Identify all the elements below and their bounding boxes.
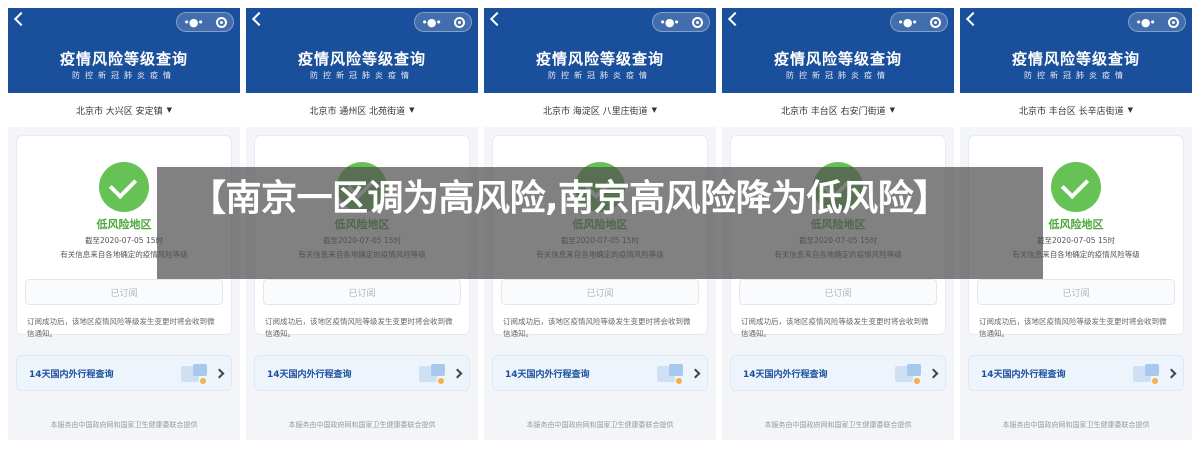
- location-selector[interactable]: 北京市 大兴区 安定镇 ▼: [8, 93, 240, 127]
- app-subtitle: 防控新冠肺炎疫情: [786, 71, 890, 80]
- back-icon[interactable]: [489, 11, 505, 27]
- target-icon[interactable]: [215, 16, 227, 28]
- subscription-note: 订阅成功后，该地区疫情风险等级发生变更时将会收到微信通知。: [503, 317, 691, 338]
- footer-note: 本服务由中国政府网和国家卫生健康委联合提供: [1002, 421, 1150, 429]
- caret-down-icon: ▼: [166, 106, 173, 114]
- app-title: 疫情风险等级查询: [535, 50, 664, 68]
- location-text: 北京市 丰台区 右安门街道: [780, 106, 886, 117]
- trip-illustration-icon: [1133, 364, 1159, 384]
- location-text: 北京市 丰台区 长辛店街道: [1018, 106, 1124, 117]
- more-icon[interactable]: •●•: [183, 17, 204, 28]
- trip-query-card[interactable]: 14天国内外行程查询: [968, 355, 1184, 391]
- footer-note: 本服务由中国政府网和国家卫生健康委联合提供: [50, 421, 198, 429]
- subscribed-button[interactable]: 已订阅: [501, 279, 699, 305]
- mini-program-capsule[interactable]: •●•: [652, 12, 710, 32]
- subscription-note: 订阅成功后，该地区疫情风险等级发生变更时将会收到微信通知。: [265, 317, 453, 338]
- trip-illustration-icon: [895, 364, 921, 384]
- trip-illustration-icon: [419, 364, 445, 384]
- app-header: •●• 疫情风险等级查询 防控新冠肺炎疫情: [722, 8, 954, 93]
- mini-program-capsule[interactable]: •●•: [176, 12, 234, 32]
- footer-note: 本服务由中国政府网和国家卫生健康委联合提供: [764, 421, 912, 429]
- trip-illustration-icon: [181, 364, 207, 384]
- target-icon[interactable]: [1167, 16, 1179, 28]
- subscribed-button[interactable]: 已订阅: [739, 279, 937, 305]
- check-icon: [99, 162, 149, 212]
- app-subtitle: 防控新冠肺炎疫情: [548, 71, 652, 80]
- more-icon[interactable]: •●•: [1135, 17, 1156, 28]
- mini-program-capsule[interactable]: •●•: [890, 12, 948, 32]
- caret-down-icon: ▼: [889, 106, 896, 114]
- trip-illustration-icon: [657, 364, 683, 384]
- trip-query-card[interactable]: 14天国内外行程查询: [730, 355, 946, 391]
- app-subtitle: 防控新冠肺炎疫情: [1024, 71, 1128, 80]
- subscribed-button[interactable]: 已订阅: [977, 279, 1175, 305]
- subscribed-button[interactable]: 已订阅: [263, 279, 461, 305]
- subscribed-button[interactable]: 已订阅: [25, 279, 223, 305]
- app-header: •●• 疫情风险等级查询 防控新冠肺炎疫情: [246, 8, 478, 93]
- app-header: •●• 疫情风险等级查询 防控新冠肺炎疫情: [484, 8, 716, 93]
- mini-program-capsule[interactable]: •●•: [414, 12, 472, 32]
- target-icon[interactable]: [453, 16, 465, 28]
- mini-program-capsule[interactable]: •●•: [1128, 12, 1186, 32]
- target-icon[interactable]: [929, 16, 941, 28]
- subscription-note: 订阅成功后，该地区疫情风险等级发生变更时将会收到微信通知。: [979, 317, 1167, 338]
- footer-note: 本服务由中国政府网和国家卫生健康委联合提供: [526, 421, 674, 429]
- app-title: 疫情风险等级查询: [773, 50, 902, 68]
- location-selector[interactable]: 北京市 丰台区 右安门街道 ▼: [722, 93, 954, 127]
- trip-query-label: 14天国内外行程查询: [981, 369, 1066, 380]
- app-subtitle: 防控新冠肺炎疫情: [310, 71, 414, 80]
- back-icon[interactable]: [965, 11, 981, 27]
- headline: 【南京一区调为高风险,南京高风险降为低风险】: [190, 178, 949, 219]
- location-selector[interactable]: 北京市 通州区 北苑街道 ▼: [246, 93, 478, 127]
- chevron-right-icon[interactable]: [1166, 368, 1177, 379]
- app-header: •●• 疫情风险等级查询 防控新冠肺炎疫情: [960, 8, 1192, 93]
- app-title: 疫情风险等级查询: [297, 50, 426, 68]
- chevron-right-icon[interactable]: [690, 368, 701, 379]
- trip-query-card[interactable]: 14天国内外行程查询: [254, 355, 470, 391]
- location-text: 北京市 大兴区 安定镇: [75, 106, 163, 117]
- app-title: 疫情风险等级查询: [59, 50, 188, 68]
- trip-query-label: 14天国内外行程查询: [29, 369, 114, 380]
- caret-down-icon: ▼: [409, 106, 415, 114]
- location-text: 北京市 通州区 北苑街道: [309, 106, 406, 117]
- caret-down-icon: ▼: [651, 106, 658, 114]
- more-icon[interactable]: •●•: [659, 17, 680, 28]
- app-header: •●• 疫情风险等级查询 防控新冠肺炎疫情: [8, 8, 240, 93]
- location-selector[interactable]: 北京市 海淀区 八里庄街道 ▼: [484, 93, 716, 127]
- trip-query-label: 14天国内外行程查询: [267, 369, 352, 380]
- location-text: 北京市 海淀区 八里庄街道: [542, 106, 648, 117]
- trip-query-label: 14天国内外行程查询: [505, 369, 590, 380]
- subscription-note: 订阅成功后，该地区疫情风险等级发生变更时将会收到微信通知。: [27, 317, 215, 338]
- more-icon[interactable]: •●•: [897, 17, 918, 28]
- back-icon[interactable]: [251, 11, 267, 27]
- subscription-note: 订阅成功后，该地区疫情风险等级发生变更时将会收到微信通知。: [741, 317, 929, 338]
- chevron-right-icon[interactable]: [214, 368, 225, 379]
- trip-query-label: 14天国内外行程查询: [743, 369, 828, 380]
- app-subtitle: 防控新冠肺炎疫情: [72, 71, 176, 80]
- target-icon[interactable]: [691, 16, 703, 28]
- app-title: 疫情风险等级查询: [1011, 50, 1140, 68]
- footer-note: 本服务由中国政府网和国家卫生健康委联合提供: [288, 421, 436, 429]
- trip-query-card[interactable]: 14天国内外行程查询: [16, 355, 232, 391]
- back-icon[interactable]: [727, 11, 743, 27]
- location-selector[interactable]: 北京市 丰台区 长辛店街道 ▼: [960, 93, 1192, 127]
- trip-query-card[interactable]: 14天国内外行程查询: [492, 355, 708, 391]
- back-icon[interactable]: [13, 11, 29, 27]
- chevron-right-icon[interactable]: [928, 368, 939, 379]
- more-icon[interactable]: •●•: [421, 17, 442, 28]
- check-icon: [1051, 162, 1101, 212]
- chevron-right-icon[interactable]: [452, 368, 463, 379]
- caret-down-icon: ▼: [1127, 106, 1134, 114]
